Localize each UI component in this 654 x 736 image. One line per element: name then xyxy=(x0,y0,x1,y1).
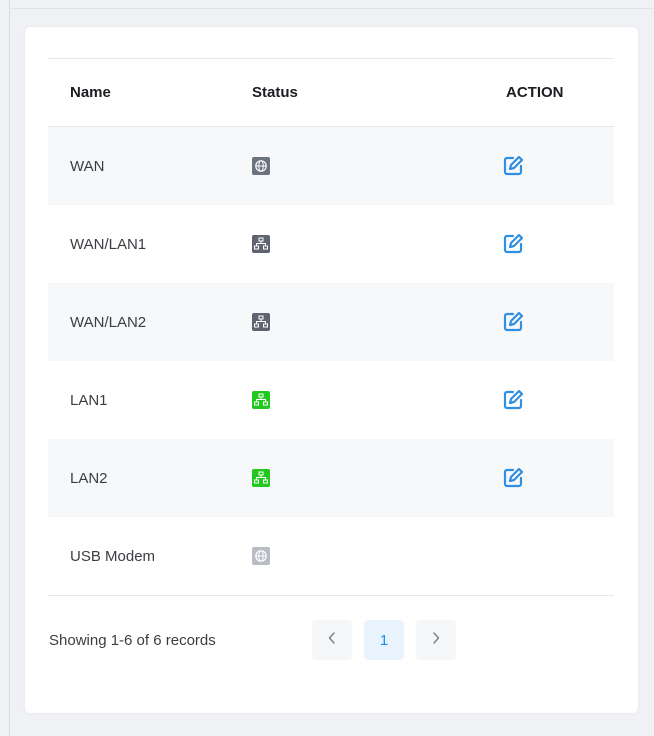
pagination-bar: Showing 1-6 of 6 records 1 xyxy=(25,620,638,666)
table-row: LAN2 xyxy=(48,439,614,517)
network-icon xyxy=(252,391,270,409)
port-name: LAN1 xyxy=(70,391,108,409)
left-divider xyxy=(9,0,10,736)
column-header-action: ACTION xyxy=(506,84,564,101)
table-row: WAN/LAN2 xyxy=(48,283,614,361)
ports-card: Name Status ACTION WAN WAN/LAN1 WAN/LAN2… xyxy=(25,27,638,713)
ports-table: Name Status ACTION WAN WAN/LAN1 WAN/LAN2… xyxy=(48,58,614,596)
network-icon xyxy=(252,235,270,253)
port-name: LAN2 xyxy=(70,469,108,487)
edit-icon[interactable] xyxy=(501,154,525,178)
port-name: WAN/LAN1 xyxy=(70,235,147,253)
edit-icon[interactable] xyxy=(501,388,525,412)
records-summary: Showing 1-6 of 6 records xyxy=(49,632,216,649)
table-row: LAN1 xyxy=(48,361,614,439)
network-icon xyxy=(252,313,270,331)
table-row: USB Modem xyxy=(48,517,614,595)
network-icon xyxy=(252,469,270,487)
edit-icon[interactable] xyxy=(501,466,525,490)
page-1-button[interactable]: 1 xyxy=(364,620,404,660)
table-bottom-divider xyxy=(48,595,614,596)
previous-page-button[interactable] xyxy=(312,620,352,660)
edit-icon[interactable] xyxy=(501,310,525,334)
globe-icon xyxy=(252,547,270,565)
chevron-left-icon xyxy=(327,631,337,650)
top-divider xyxy=(9,8,654,9)
globe-icon xyxy=(252,157,270,175)
port-name: USB Modem xyxy=(70,547,156,565)
table-row: WAN xyxy=(48,127,614,205)
edit-icon[interactable] xyxy=(501,232,525,256)
column-header-status: Status xyxy=(252,84,298,101)
next-page-button[interactable] xyxy=(416,620,456,660)
port-name: WAN xyxy=(70,157,105,175)
table-row: WAN/LAN1 xyxy=(48,205,614,283)
column-header-name: Name xyxy=(70,84,111,101)
chevron-right-icon xyxy=(431,631,441,650)
port-name: WAN/LAN2 xyxy=(70,313,147,331)
table-header: Name Status ACTION xyxy=(48,59,614,127)
